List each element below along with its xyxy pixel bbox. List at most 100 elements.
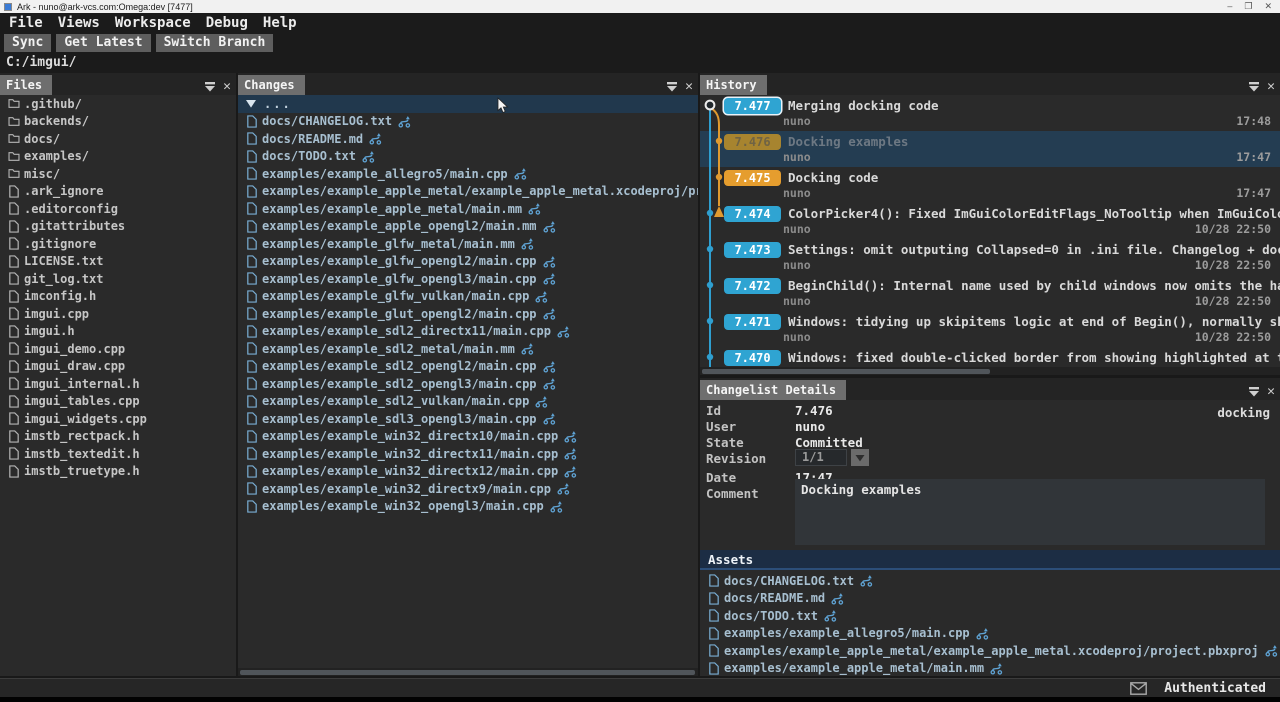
file-tree-item[interactable]: imstb_rectpack.h bbox=[0, 428, 236, 446]
item-label: docs/README.md bbox=[724, 591, 825, 605]
changed-file-row[interactable]: examples/example_sdl2_opengl2/main.cpp bbox=[238, 358, 698, 376]
changed-file-row[interactable]: examples/example_sdl2_directx11/main.cpp bbox=[238, 323, 698, 341]
filter-icon[interactable] bbox=[666, 77, 678, 96]
scrollbar-thumb[interactable] bbox=[240, 670, 695, 675]
asset-file-row[interactable]: docs/TODO.txt bbox=[700, 607, 1280, 625]
file-tree-item[interactable]: docs/ bbox=[0, 130, 236, 148]
filter-icon[interactable] bbox=[1248, 77, 1260, 96]
changelist-id-badge: 7.477 bbox=[724, 98, 781, 114]
menu-views[interactable]: Views bbox=[58, 15, 100, 31]
changed-file-row[interactable]: examples/example_win32_directx11/main.cp… bbox=[238, 445, 698, 463]
close-button[interactable]: ✕ bbox=[1264, 1, 1272, 12]
changed-file-row[interactable]: examples/example_glfw_metal/main.mm bbox=[238, 235, 698, 253]
commit-row[interactable]: 7.472BeginChild(): Internal name used by… bbox=[700, 275, 1280, 311]
commit-row[interactable]: 7.475Docking codenuno17:47 bbox=[700, 167, 1280, 203]
menu-debug[interactable]: Debug bbox=[206, 15, 248, 31]
asset-file-row[interactable]: examples/example_allegro5/main.cpp bbox=[700, 625, 1280, 643]
asset-file-row[interactable]: examples/example_apple_metal/main.mm bbox=[700, 660, 1280, 677]
commit-row[interactable]: 7.474ColorPicker4(): Fixed ImGuiColorEdi… bbox=[700, 203, 1280, 239]
changed-file-row[interactable]: examples/example_apple_metal/example_app… bbox=[238, 183, 698, 201]
changed-file-row[interactable]: examples/example_glfw_opengl3/main.cpp bbox=[238, 270, 698, 288]
changed-file-row[interactable]: docs/CHANGELOG.txt bbox=[238, 113, 698, 131]
chevron-down-icon[interactable] bbox=[246, 99, 264, 108]
changed-file-row[interactable]: examples/example_allegro5/main.cpp bbox=[238, 165, 698, 183]
menu-workspace[interactable]: Workspace bbox=[115, 15, 191, 31]
close-icon[interactable]: ✕ bbox=[223, 81, 231, 93]
file-tree-item[interactable]: .ark_ignore bbox=[0, 183, 236, 201]
file-tree-item[interactable]: .github/ bbox=[0, 95, 236, 113]
file-tree-item[interactable]: imgui_tables.cpp bbox=[0, 393, 236, 411]
commit-author: nuno bbox=[783, 186, 811, 200]
close-icon[interactable]: ✕ bbox=[1267, 81, 1275, 93]
changes-horizontal-scrollbar[interactable] bbox=[238, 668, 698, 676]
tab-changes[interactable]: Changes bbox=[238, 75, 305, 95]
mail-icon[interactable] bbox=[1130, 682, 1147, 695]
commit-author: nuno bbox=[783, 330, 811, 344]
minimize-button[interactable]: – bbox=[1227, 1, 1232, 12]
filter-icon[interactable] bbox=[1248, 382, 1260, 401]
file-tree-item[interactable]: examples/ bbox=[0, 148, 236, 166]
file-tree-item[interactable]: misc/ bbox=[0, 165, 236, 183]
commit-row[interactable]: 7.473Settings: omit outputing Collapsed=… bbox=[700, 239, 1280, 275]
restore-button[interactable]: ❐ bbox=[1244, 1, 1252, 12]
filter-icon[interactable] bbox=[204, 77, 216, 96]
tab-files[interactable]: Files bbox=[0, 75, 52, 95]
changed-file-row[interactable]: examples/example_win32_opengl3/main.cpp bbox=[238, 498, 698, 516]
commit-row[interactable]: 7.476Docking examplesnuno17:47 bbox=[700, 131, 1280, 167]
changed-file-row[interactable]: examples/example_sdl2_opengl3/main.cpp bbox=[238, 375, 698, 393]
menu-help[interactable]: Help bbox=[263, 15, 297, 31]
file-tree-item[interactable]: .gitignore bbox=[0, 235, 236, 253]
asset-file-row[interactable]: docs/README.md bbox=[700, 590, 1280, 608]
changed-file-row[interactable]: examples/example_sdl2_vulkan/main.cpp bbox=[238, 393, 698, 411]
file-tree-item[interactable]: imgui.cpp bbox=[0, 305, 236, 323]
file-tree-item[interactable]: git_log.txt bbox=[0, 270, 236, 288]
item-label: examples/example_apple_metal/example_app… bbox=[262, 184, 698, 198]
asset-file-row[interactable]: examples/example_apple_metal/example_app… bbox=[700, 642, 1280, 660]
changed-file-row[interactable]: examples/example_sdl2_metal/main.mm bbox=[238, 340, 698, 358]
file-icon bbox=[246, 150, 262, 163]
changed-file-row[interactable]: examples/example_win32_directx12/main.cp… bbox=[238, 463, 698, 481]
close-icon[interactable]: ✕ bbox=[1267, 386, 1275, 398]
changed-file-row[interactable]: docs/README.md bbox=[238, 130, 698, 148]
commit-row[interactable]: 7.477Merging docking codenuno17:48 bbox=[700, 95, 1280, 131]
changed-file-row[interactable]: examples/example_glfw_vulkan/main.cpp bbox=[238, 288, 698, 306]
revision-value[interactable]: 1/1 bbox=[795, 449, 847, 466]
switch-branch-button[interactable]: Switch Branch bbox=[156, 34, 274, 52]
changed-file-row[interactable]: examples/example_win32_directx10/main.cp… bbox=[238, 428, 698, 446]
revision-dropdown-button[interactable] bbox=[851, 449, 869, 466]
item-label: examples/example_win32_directx11/main.cp… bbox=[262, 447, 558, 461]
tab-changelist-details[interactable]: Changelist Details bbox=[700, 380, 846, 400]
asset-file-row[interactable]: docs/CHANGELOG.txt bbox=[700, 572, 1280, 590]
scrollbar-thumb[interactable] bbox=[702, 369, 990, 374]
file-tree-item[interactable]: imconfig.h bbox=[0, 288, 236, 306]
changed-file-row[interactable]: docs/TODO.txt bbox=[238, 148, 698, 166]
changed-file-row[interactable]: examples/example_sdl3_opengl3/main.cpp bbox=[238, 410, 698, 428]
history-horizontal-scrollbar[interactable] bbox=[700, 367, 1280, 375]
changed-file-row[interactable]: examples/example_win32_directx9/main.cpp bbox=[238, 480, 698, 498]
file-tree-item[interactable]: imstb_textedit.h bbox=[0, 445, 236, 463]
file-tree-item[interactable]: .gitattributes bbox=[0, 218, 236, 236]
file-tree-item[interactable]: LICENSE.txt bbox=[0, 253, 236, 271]
changelist-group-row[interactable]: ... bbox=[238, 95, 698, 113]
close-icon[interactable]: ✕ bbox=[685, 81, 693, 93]
changed-file-row[interactable]: examples/example_glut_opengl2/main.cpp bbox=[238, 305, 698, 323]
file-tree-item[interactable]: backends/ bbox=[0, 113, 236, 131]
sync-button[interactable]: Sync bbox=[4, 34, 51, 52]
menu-file[interactable]: File bbox=[9, 15, 43, 31]
tab-history[interactable]: History bbox=[700, 75, 767, 95]
commit-row[interactable]: 7.470Windows: fixed double-clicked borde… bbox=[700, 347, 1280, 367]
file-tree-item[interactable]: imgui_widgets.cpp bbox=[0, 410, 236, 428]
file-tree-item[interactable]: imgui.h bbox=[0, 323, 236, 341]
change-arrows-icon bbox=[362, 150, 375, 163]
get-latest-button[interactable]: Get Latest bbox=[56, 34, 150, 52]
commit-row[interactable]: 7.471Windows: tidying up skipitems logic… bbox=[700, 311, 1280, 347]
file-tree-item[interactable]: imgui_draw.cpp bbox=[0, 358, 236, 376]
file-tree-item[interactable]: imgui_demo.cpp bbox=[0, 340, 236, 358]
file-tree-item[interactable]: imstb_truetype.h bbox=[0, 463, 236, 481]
changed-file-row[interactable]: examples/example_apple_opengl2/main.mm bbox=[238, 218, 698, 236]
file-tree-item[interactable]: imgui_internal.h bbox=[0, 375, 236, 393]
comment-field[interactable]: Docking examples bbox=[795, 479, 1265, 545]
changed-file-row[interactable]: examples/example_glfw_opengl2/main.cpp bbox=[238, 253, 698, 271]
changed-file-row[interactable]: examples/example_apple_metal/main.mm bbox=[238, 200, 698, 218]
file-tree-item[interactable]: .editorconfig bbox=[0, 200, 236, 218]
